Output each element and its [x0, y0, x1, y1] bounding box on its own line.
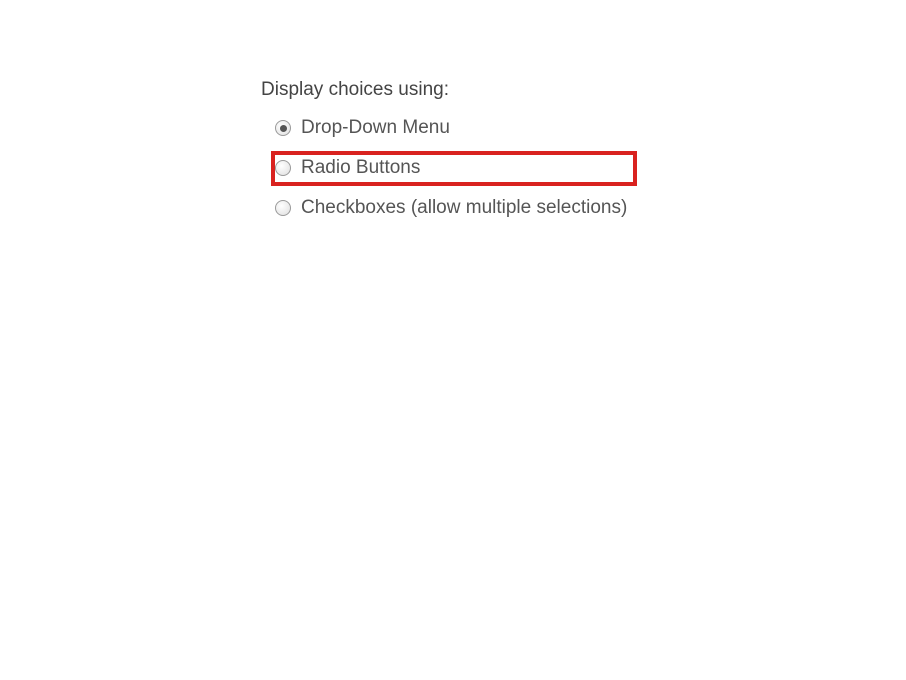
- radio-icon[interactable]: [275, 160, 291, 176]
- radio-icon[interactable]: [275, 200, 291, 216]
- option-list: Drop-Down Menu Radio Buttons Checkboxes …: [261, 115, 633, 221]
- option-drop-down-menu[interactable]: Drop-Down Menu: [275, 115, 633, 142]
- option-label: Checkboxes (allow multiple selections): [301, 197, 627, 220]
- option-radio-buttons[interactable]: Radio Buttons: [275, 155, 633, 182]
- section-label: Display choices using:: [261, 79, 633, 101]
- option-label: Radio Buttons: [301, 157, 420, 180]
- option-label: Drop-Down Menu: [301, 117, 450, 140]
- radio-icon[interactable]: [275, 120, 291, 136]
- display-choices-form: Display choices using: Drop-Down Menu Ra…: [261, 79, 633, 234]
- option-checkboxes[interactable]: Checkboxes (allow multiple selections): [275, 195, 633, 222]
